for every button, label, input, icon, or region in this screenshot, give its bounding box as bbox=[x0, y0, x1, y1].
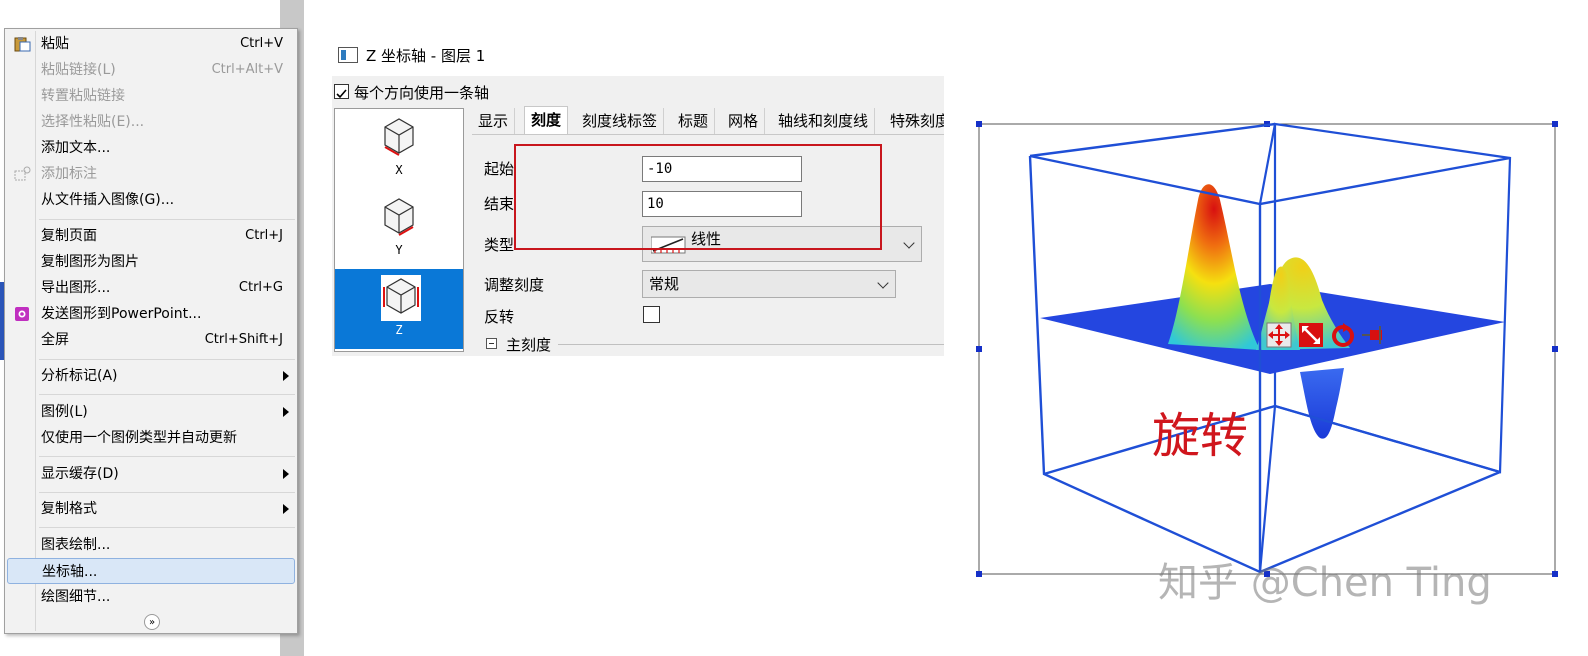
3d-surface-graph[interactable] bbox=[970, 110, 1570, 590]
submenu-arrow-icon bbox=[283, 504, 289, 514]
tab-special-ticks[interactable]: 特殊刻度 bbox=[884, 108, 944, 134]
axis-item-z[interactable]: Z bbox=[335, 269, 463, 349]
menu-item-add-text[interactable]: 添加文本... bbox=[7, 135, 295, 161]
menu-item-paste-link[interactable]: 粘贴链接(L) Ctrl+Alt+V bbox=[7, 57, 295, 83]
major-ticks-label: 主刻度 bbox=[506, 336, 552, 354]
menu-item-send-to-powerpoint[interactable]: 发送图形到PowerPoint... bbox=[7, 301, 295, 327]
menu-separator bbox=[39, 219, 295, 220]
to-label: 结束 bbox=[484, 195, 515, 213]
menu-item-duplicate-page[interactable]: 复制页面 Ctrl+J bbox=[7, 223, 295, 249]
context-menu: 粘贴 Ctrl+V 粘贴链接(L) Ctrl+Alt+V 转置粘贴链接 选择性粘… bbox=[4, 28, 298, 634]
menu-separator bbox=[39, 527, 295, 528]
menu-separator bbox=[39, 492, 295, 493]
menu-item-paste-special[interactable]: 选择性粘贴(E)... bbox=[7, 109, 295, 135]
rotate-annotation: 旋转 bbox=[1152, 408, 1249, 464]
one-axis-per-direction-label: 每个方向使用一条轴 bbox=[354, 84, 490, 102]
menu-item-insert-image[interactable]: 从文件插入图像(G)... bbox=[7, 187, 295, 213]
menu-item-copy-graph-as-picture[interactable]: 复制图形为图片 bbox=[7, 249, 295, 275]
submenu-arrow-icon bbox=[283, 407, 289, 417]
rescale-label: 调整刻度 bbox=[484, 276, 545, 294]
menu-item-analysis-markers[interactable]: 分析标记(A) bbox=[7, 363, 295, 389]
menu-item-single-legend-type[interactable]: 仅使用一个图例类型并自动更新 bbox=[7, 425, 295, 451]
axis-z-cube-icon bbox=[381, 275, 421, 321]
menu-item-plot-details[interactable]: 绘图细节... bbox=[7, 584, 295, 610]
tab-title[interactable]: 标题 bbox=[672, 108, 716, 134]
chevron-down-icon bbox=[903, 237, 915, 249]
from-label: 起始 bbox=[484, 160, 515, 178]
rescale-select-value: 常规 bbox=[649, 275, 680, 293]
dialog-title: Z 坐标轴 - 图层 1 bbox=[366, 47, 486, 65]
pin-icon[interactable] bbox=[1360, 322, 1386, 348]
menu-item-legend[interactable]: 图例(L) bbox=[7, 399, 295, 425]
axis-x-cube-icon bbox=[384, 118, 414, 156]
tab-line-and-ticks[interactable]: 轴线和刻度线 bbox=[772, 108, 876, 134]
menu-separator bbox=[39, 394, 295, 395]
tab-scale[interactable]: 刻度 bbox=[524, 106, 569, 134]
rotate-icon[interactable] bbox=[1330, 322, 1356, 348]
axis-item-x[interactable]: X bbox=[335, 109, 463, 189]
paste-icon bbox=[14, 37, 31, 52]
menu-item-copy-format[interactable]: 复制格式 bbox=[7, 496, 295, 522]
menu-item-transpose-paste-link[interactable]: 转置粘贴链接 bbox=[7, 83, 295, 109]
reverse-checkbox[interactable] bbox=[643, 306, 660, 323]
menu-item-export-graph[interactable]: 导出图形... Ctrl+G bbox=[7, 275, 295, 301]
axis-y-label: Y bbox=[395, 243, 403, 257]
menu-separator bbox=[39, 359, 295, 360]
tab-tick-labels[interactable]: 刻度线标签 bbox=[576, 108, 665, 134]
menu-item-plot-setup[interactable]: 图表绘制... bbox=[7, 532, 295, 558]
menu-item-show-cache[interactable]: 显示缓存(D) bbox=[7, 461, 295, 487]
axis-list: X Y Z bbox=[334, 108, 464, 352]
axis-z-label: Z bbox=[395, 323, 403, 337]
tab-grids[interactable]: 网格 bbox=[722, 108, 766, 134]
type-label: 类型 bbox=[484, 236, 515, 254]
dialog-app-icon bbox=[338, 47, 358, 63]
checkmark-icon bbox=[336, 89, 347, 99]
axis-x-label: X bbox=[395, 163, 403, 177]
dialog-tabs: 显示 刻度 刻度线标签 标题 网格 轴线和刻度线 特殊刻度 bbox=[472, 106, 944, 135]
expand-menu-icon[interactable]: » bbox=[144, 614, 160, 630]
menu-item-full-screen[interactable]: 全屏 Ctrl+Shift+J bbox=[7, 327, 295, 353]
resize-icon[interactable] bbox=[1298, 322, 1324, 348]
submenu-arrow-icon bbox=[283, 371, 289, 381]
move-icon[interactable] bbox=[1266, 322, 1292, 348]
rescale-select[interactable]: 常规 bbox=[642, 270, 896, 298]
one-axis-per-direction-checkbox[interactable] bbox=[334, 84, 349, 99]
menu-separator bbox=[39, 456, 295, 457]
powerpoint-icon bbox=[15, 307, 29, 321]
section-divider bbox=[558, 344, 944, 345]
axis-item-y[interactable]: Y bbox=[335, 189, 463, 269]
submenu-arrow-icon bbox=[283, 469, 289, 479]
surface-dip bbox=[1300, 368, 1344, 439]
highlight-box bbox=[514, 144, 882, 250]
tab-display[interactable]: 显示 bbox=[472, 108, 516, 134]
menu-item-axes[interactable]: 坐标轴... bbox=[7, 558, 295, 584]
menu-item-add-annotation[interactable]: 添加标注 bbox=[7, 161, 295, 187]
watermark: 知乎 @Chen Ting bbox=[1158, 560, 1492, 606]
surface-peak-large bbox=[1168, 184, 1260, 350]
reverse-label: 反转 bbox=[484, 308, 515, 326]
axis-y-cube-icon bbox=[384, 198, 414, 236]
chevron-down-icon bbox=[877, 277, 889, 289]
annotation-icon bbox=[14, 166, 31, 181]
major-ticks-section: 主刻度 bbox=[484, 334, 551, 355]
menu-item-paste[interactable]: 粘贴 Ctrl+V bbox=[7, 31, 295, 57]
